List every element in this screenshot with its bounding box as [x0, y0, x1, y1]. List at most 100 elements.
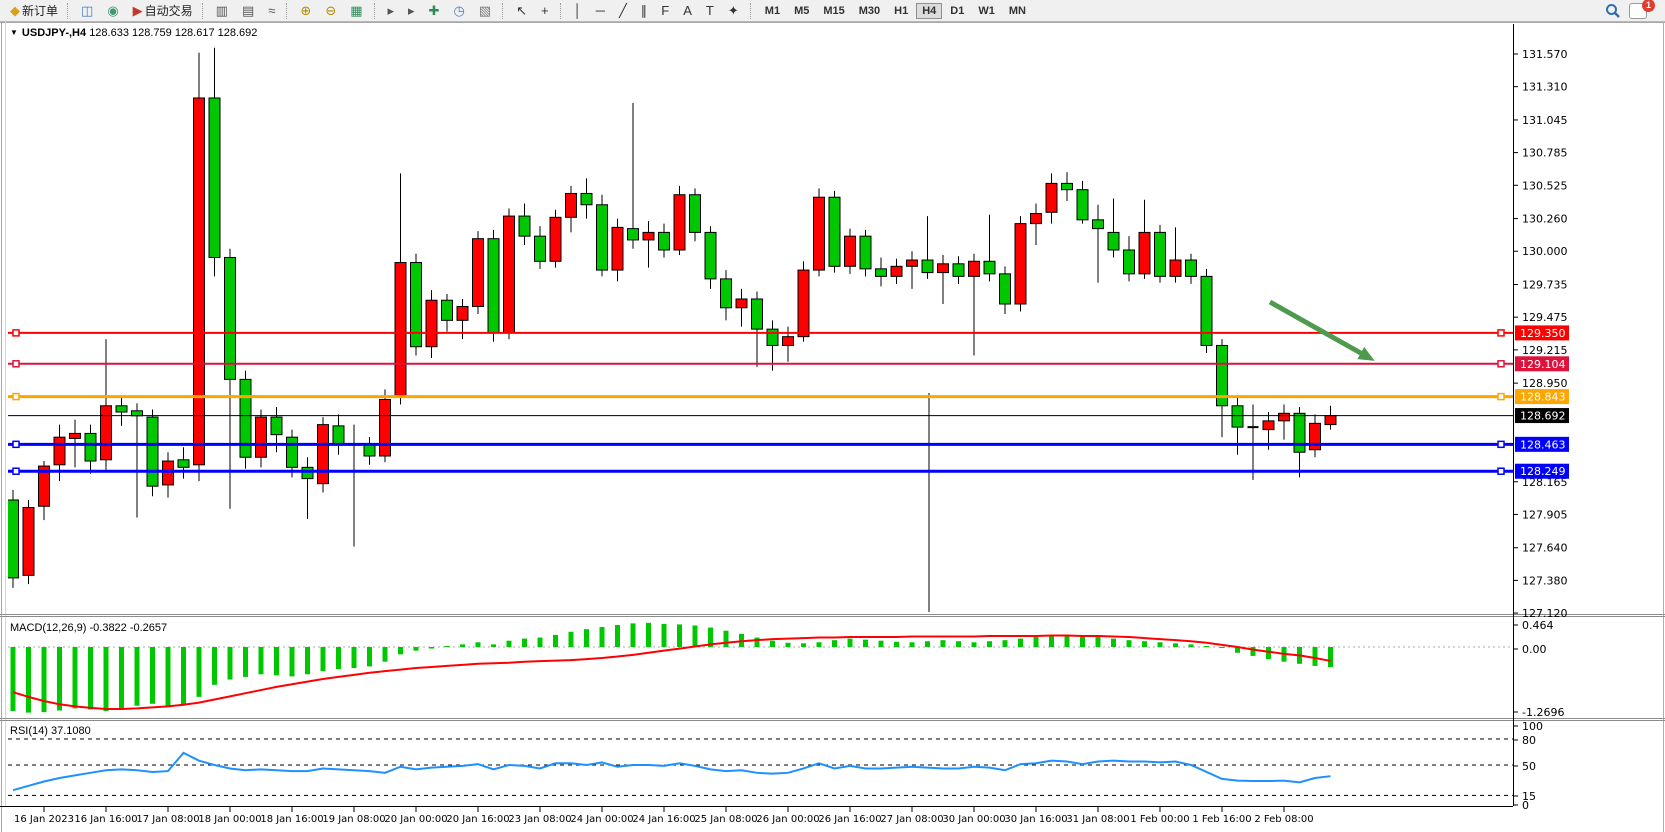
price-tick-label: 129.475 — [1522, 311, 1568, 324]
resistance-line-2-handle[interactable] — [1498, 361, 1504, 367]
chart-window[interactable]: 131.570131.310131.045130.785130.525130.2… — [0, 22, 1665, 832]
text-button[interactable]: A — [678, 0, 699, 21]
timeframe-m30[interactable]: M30 — [853, 3, 886, 19]
bull-candle — [473, 239, 484, 307]
price-tick-label: 127.905 — [1522, 508, 1568, 521]
bar-chart-icon: ▥ — [216, 4, 228, 17]
candlestick-chart-button[interactable]: ▤ — [237, 0, 261, 21]
bull-candle — [1325, 416, 1336, 425]
trendline-icon: ╱ — [619, 4, 627, 17]
periods-clock-icon: ◷ — [453, 4, 464, 17]
template-button[interactable]: ▧ — [474, 0, 498, 21]
time-tick-label: 19 Jan 08:00 — [322, 814, 385, 825]
vertical-line-button[interactable]: │ — [569, 0, 589, 21]
timeframe-h4[interactable]: H4 — [916, 3, 942, 19]
time-tick-label: 20 Jan 16:00 — [446, 814, 509, 825]
rsi-axis-label: 100 — [1522, 720, 1543, 733]
macd-axis-label: -1.2696 — [1522, 706, 1564, 719]
zoom-out-icon: ⊖ — [325, 4, 336, 17]
support-line-1-handle[interactable] — [1498, 441, 1504, 447]
bear-candle — [302, 467, 313, 478]
trendline-button[interactable]: ╱ — [614, 0, 634, 21]
timeframe-mn[interactable]: MN — [1003, 3, 1032, 19]
arrows-icon: ✦ — [728, 4, 739, 17]
bull-candle — [101, 406, 112, 460]
search-icon[interactable] — [1605, 3, 1621, 19]
time-tick-label: 1 Feb 00:00 — [1130, 814, 1189, 825]
bull-candle — [54, 437, 65, 465]
resistance-line-1-handle[interactable] — [13, 330, 19, 336]
timeframe-d1[interactable]: D1 — [944, 3, 970, 19]
bear-candle — [488, 239, 499, 333]
bull-candle — [163, 461, 174, 485]
pivot-line-handle[interactable] — [1498, 394, 1504, 400]
timeframe-m1[interactable]: M1 — [759, 3, 786, 19]
cursor-button[interactable]: ↖ — [511, 0, 534, 21]
bull-candle — [1263, 421, 1274, 430]
horizontal-line-button[interactable]: ─ — [591, 0, 612, 21]
arrows-button[interactable]: ✦ — [723, 0, 746, 21]
fibonacci-button[interactable]: F — [656, 0, 676, 21]
time-tick-label: 23 Jan 08:00 — [508, 814, 571, 825]
bear-candle — [147, 417, 158, 486]
timeframe-h1[interactable]: H1 — [888, 3, 914, 19]
bull-candle — [256, 417, 267, 457]
indicator-list-button[interactable]: ▸ — [383, 0, 402, 21]
messages-badge: 1 — [1642, 0, 1655, 12]
time-tick-label: 18 Jan 16:00 — [260, 814, 323, 825]
bear-candle — [1294, 413, 1305, 452]
line-chart-button[interactable]: ≈ — [263, 0, 282, 21]
bear-candle — [116, 406, 127, 412]
price-tick-label: 127.380 — [1522, 574, 1568, 587]
resistance-line-1-handle[interactable] — [1498, 330, 1504, 336]
bull-candle — [318, 425, 329, 484]
timeframe-m5[interactable]: M5 — [788, 3, 815, 19]
periods-clock-button[interactable]: ◷ — [448, 0, 471, 21]
bull-candle — [736, 299, 747, 308]
bull-candle — [969, 261, 980, 276]
channel-button[interactable]: ∥ — [636, 0, 655, 21]
price-tick-label: 130.785 — [1522, 147, 1568, 160]
text-icon: A — [683, 4, 692, 17]
add-indicator-button[interactable]: ✚ — [424, 0, 447, 21]
price-tick-label: 131.570 — [1522, 48, 1568, 61]
bull-candle — [1279, 413, 1290, 421]
candlestick-chart-icon: ▤ — [242, 4, 254, 17]
text-label-button[interactable]: T — [701, 0, 721, 21]
support-line-2-handle[interactable] — [13, 468, 19, 474]
rsi-axis-label: 50 — [1522, 760, 1536, 773]
time-tick-label: 30 Jan 16:00 — [1004, 814, 1067, 825]
resistance-line-2-handle[interactable] — [13, 361, 19, 367]
crosshair-button[interactable]: + — [536, 0, 556, 21]
bear-candle — [876, 269, 887, 277]
timeframe-w1[interactable]: W1 — [972, 3, 1001, 19]
bull-candle — [70, 433, 81, 438]
chart-window-icon[interactable]: ◫ — [76, 0, 100, 21]
tile-windows-button[interactable]: ▦ — [345, 0, 369, 21]
timeframe-m15[interactable]: M15 — [817, 3, 850, 19]
bar-chart-button[interactable]: ▥ — [211, 0, 235, 21]
bull-candle — [891, 266, 902, 276]
zoom-in-button[interactable]: ⊕ — [295, 0, 318, 21]
bull-candle — [550, 217, 561, 261]
support-line-2-handle[interactable] — [1498, 468, 1504, 474]
time-tick-label: 27 Jan 08:00 — [880, 814, 943, 825]
new-order-button[interactable]: ◆新订单 — [5, 0, 63, 21]
bear-candle — [1186, 260, 1197, 276]
indicator-window-button[interactable]: ▸ — [403, 0, 422, 21]
bull-candle — [194, 98, 205, 465]
headset-icon[interactable]: ◉ — [102, 0, 125, 21]
messages-icon[interactable]: 1 — [1629, 3, 1647, 19]
bear-candle — [132, 411, 143, 416]
bear-candle — [752, 299, 763, 329]
bear-candle — [721, 279, 732, 308]
auto-trading-button[interactable]: ▶自动交易 — [128, 0, 198, 21]
zoom-out-button[interactable]: ⊖ — [320, 0, 343, 21]
pivot-line-handle[interactable] — [13, 394, 19, 400]
bull-candle — [504, 216, 515, 333]
toolbar-separator — [67, 3, 72, 19]
support-line-1-handle[interactable] — [13, 441, 19, 447]
bear-candle — [85, 433, 96, 461]
price-tick-label: 130.260 — [1522, 213, 1568, 226]
chart-canvas[interactable]: 131.570131.310131.045130.785130.525130.2… — [0, 22, 1665, 832]
